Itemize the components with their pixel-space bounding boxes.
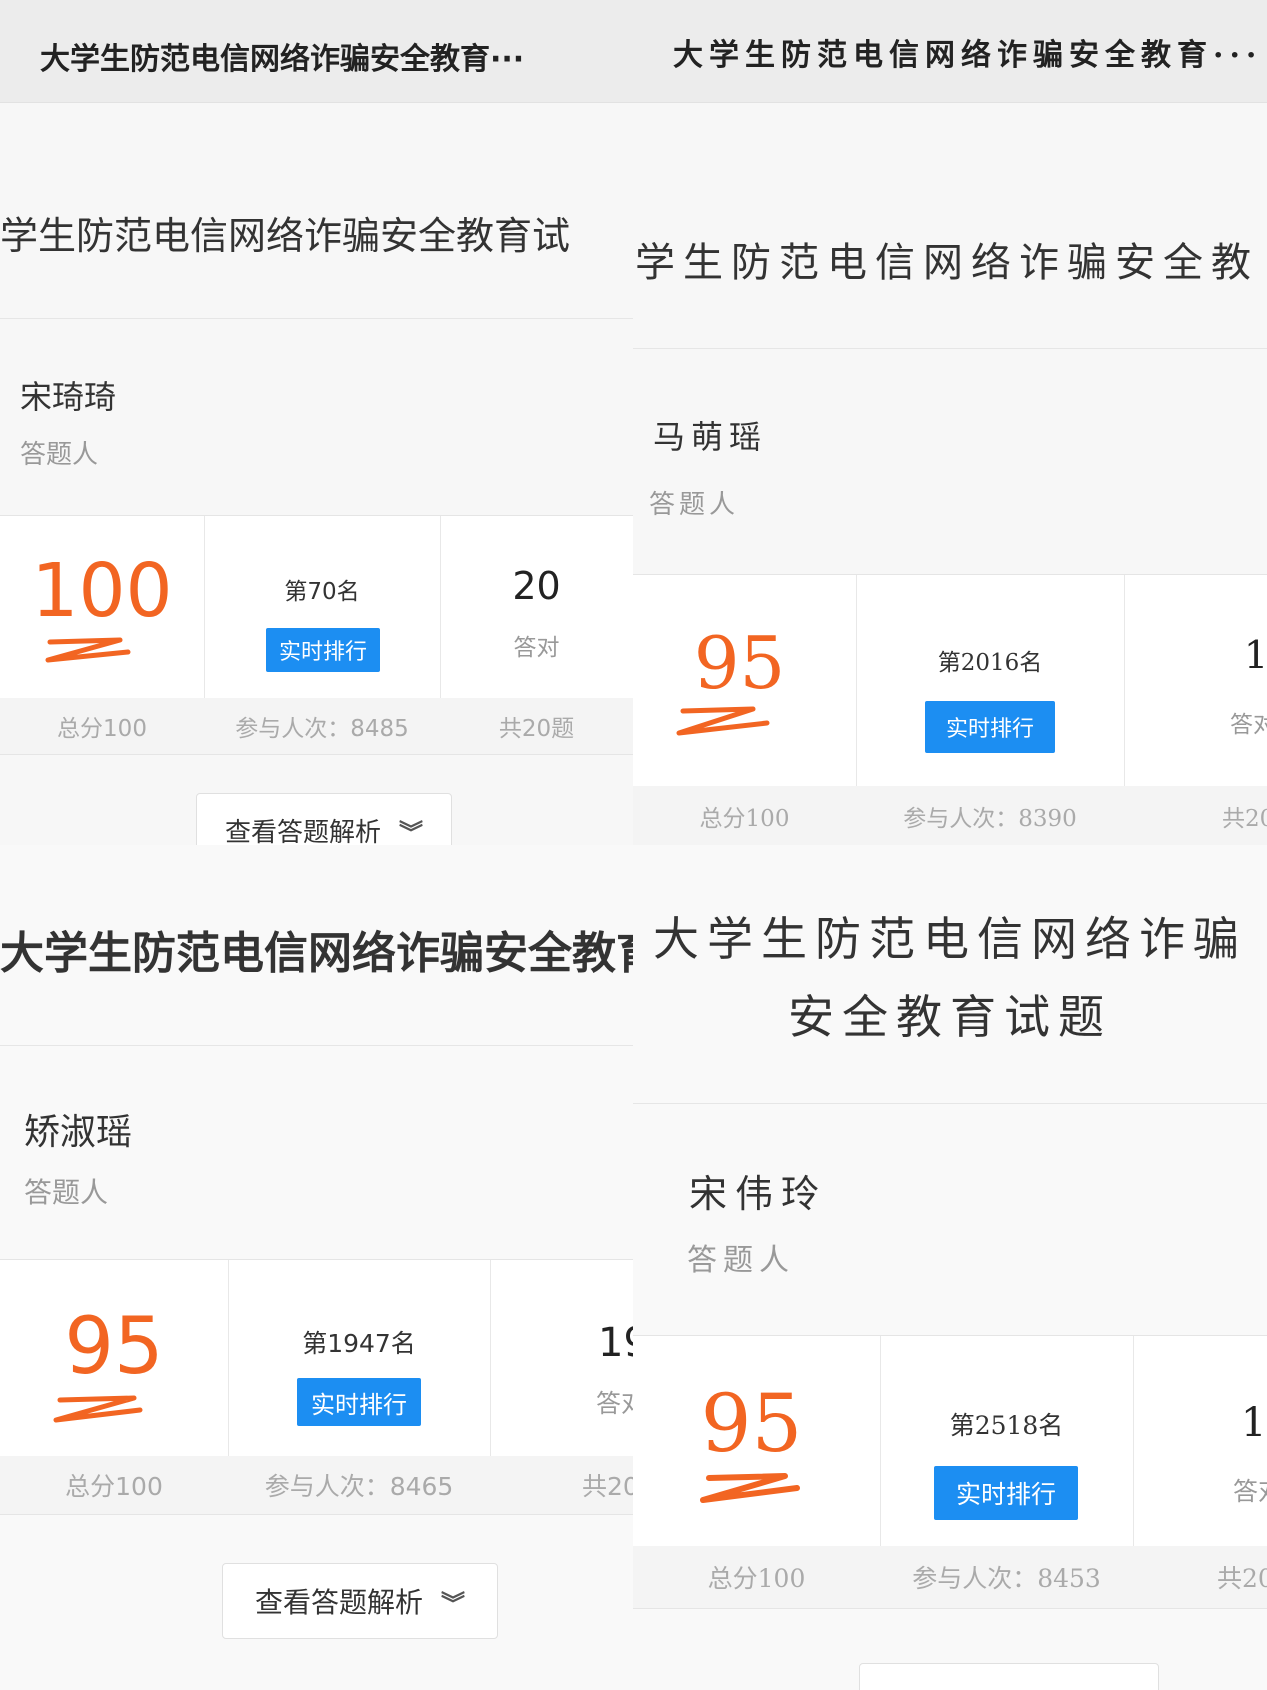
chevron-double-down-icon: ︾ bbox=[399, 818, 423, 846]
participants-footer: 参与人次：8465 bbox=[228, 1456, 490, 1514]
rank-text: 第2518名 bbox=[949, 1411, 1064, 1440]
total-questions-footer: 共20 bbox=[490, 1456, 633, 1514]
correct-count: 19 bbox=[1241, 1400, 1267, 1446]
rank-text: 第70名 bbox=[284, 579, 360, 605]
respondent-name: 宋琦琦 bbox=[20, 378, 117, 416]
rank-cell: 第2518名 实时排行 参与人次：8453 bbox=[880, 1336, 1134, 1608]
rank-cell: 第70名 实时排行 参与人次：8485 bbox=[204, 516, 441, 754]
respondent-name: 马萌瑶 bbox=[653, 418, 768, 456]
correct-cell: 20 答对 共20题 bbox=[440, 516, 633, 754]
review-button-label: 查看答题解析 bbox=[224, 817, 381, 846]
pen-stroke-icon bbox=[45, 637, 131, 663]
view-answer-analysis-button[interactable]: 查看答题解析 ︾ bbox=[222, 1563, 498, 1639]
total-questions-footer: 共20 bbox=[1133, 1546, 1267, 1608]
stats-row: 100 总分100 第70名 实时排行 参与人次：8485 20 答对 共20题 bbox=[0, 515, 633, 755]
pen-stroke-icon bbox=[53, 1395, 143, 1423]
score-footer: 总分100 bbox=[633, 1546, 880, 1608]
realtime-ranking-button[interactable]: 实时排行 bbox=[925, 701, 1055, 753]
pen-stroke-icon bbox=[676, 706, 770, 736]
score-cell: 95 总分100 bbox=[633, 575, 857, 845]
quiz-title: 大学生防范电信网络诈骗安全教育试题 bbox=[653, 912, 1247, 1044]
stats-row: 95 总分100 第2518名 实时排行 参与人次：8453 19 答对 共20 bbox=[633, 1335, 1267, 1609]
result-panel-1: 大学生防范电信网络诈骗安全教育··· 学生防范电信网络诈骗安全教育试 宋琦琦 答… bbox=[0, 0, 633, 845]
rank-cell: 第2016名 实时排行 参与人次：8390 bbox=[856, 575, 1125, 845]
divider bbox=[0, 1045, 633, 1046]
rank-cell: 第1947名 实时排行 参与人次：8465 bbox=[228, 1260, 491, 1514]
pen-stroke-icon bbox=[700, 1473, 800, 1503]
score-value: 95 bbox=[693, 621, 786, 705]
score-cell: 95 总分100 bbox=[633, 1336, 881, 1608]
score-cell: 100 总分100 bbox=[0, 516, 205, 754]
result-panel-3: 大学生防范电信网络诈骗安全教育 矫淑瑶 答题人 95 总分100 第1947名 … bbox=[0, 845, 633, 1690]
correct-label: 答对 bbox=[1230, 712, 1267, 738]
stats-row: 95 总分100 第1947名 实时排行 参与人次：8465 19 答对 共20 bbox=[0, 1259, 633, 1515]
score-footer: 总分100 bbox=[633, 786, 856, 845]
score-footer: 总分100 bbox=[0, 698, 204, 754]
score-cell: 95 总分100 bbox=[0, 1260, 229, 1514]
view-answer-analysis-button[interactable] bbox=[859, 1663, 1159, 1690]
correct-label: 答对 bbox=[513, 635, 560, 661]
respondent-role: 答题人 bbox=[24, 1176, 109, 1209]
result-panel-4: 大学生防范电信网络诈骗安全教育试题 宋伟玲 答题人 95 总分100 第2518… bbox=[633, 845, 1267, 1690]
realtime-ranking-button[interactable]: 实时排行 bbox=[266, 628, 380, 672]
app-header: 大学生防范电信网络诈骗安全教育··· bbox=[633, 0, 1267, 103]
correct-count: 19 bbox=[1244, 633, 1267, 677]
participants-footer: 参与人次：8485 bbox=[204, 698, 440, 754]
respondent-name: 宋伟玲 bbox=[689, 1172, 828, 1216]
correct-count: 19 bbox=[598, 1320, 633, 1366]
app-header-title: 大学生防范电信网络诈骗安全教育··· bbox=[673, 38, 1263, 73]
respondent-role: 答题人 bbox=[687, 1243, 795, 1278]
respondent-role: 答题人 bbox=[649, 490, 740, 520]
rank-text: 第1947名 bbox=[302, 1329, 416, 1358]
divider bbox=[0, 318, 633, 319]
respondent-role: 答题人 bbox=[20, 440, 99, 470]
score-value: 95 bbox=[64, 1302, 164, 1392]
score-footer: 总分100 bbox=[0, 1456, 228, 1514]
total-questions-footer: 共20 bbox=[1124, 786, 1267, 845]
chevron-double-down-icon: ︾ bbox=[441, 1589, 465, 1618]
app-header: 大学生防范电信网络诈骗安全教育··· bbox=[0, 0, 633, 103]
total-questions-footer: 共20题 bbox=[440, 698, 633, 754]
participants-footer: 参与人次：8390 bbox=[856, 786, 1124, 845]
respondent-name: 矫淑瑶 bbox=[24, 1112, 133, 1153]
result-panel-2: 大学生防范电信网络诈骗安全教育··· 学生防范电信网络诈骗安全教 马萌瑶 答题人… bbox=[633, 0, 1267, 845]
correct-count: 20 bbox=[512, 564, 561, 608]
divider bbox=[633, 348, 1267, 349]
review-button-label: 查看答题解析 bbox=[254, 1586, 423, 1619]
correct-cell: 19 答对 共20 bbox=[1133, 1336, 1267, 1608]
stats-row: 95 总分100 第2016名 实时排行 参与人次：8390 19 答对 共20 bbox=[633, 574, 1267, 845]
realtime-ranking-button[interactable]: 实时排行 bbox=[297, 1378, 421, 1426]
correct-cell: 19 答对 共20 bbox=[490, 1260, 633, 1514]
divider bbox=[633, 1103, 1267, 1104]
correct-label: 答对 bbox=[596, 1389, 633, 1418]
quiz-title: 大学生防范电信网络诈骗安全教育 bbox=[0, 928, 633, 979]
app-header-title: 大学生防范电信网络诈骗安全教育··· bbox=[40, 42, 525, 77]
correct-cell: 19 答对 共20 bbox=[1124, 575, 1267, 845]
rank-text: 第2016名 bbox=[937, 650, 1043, 676]
score-value: 95 bbox=[700, 1377, 803, 1470]
participants-footer: 参与人次：8453 bbox=[880, 1546, 1133, 1608]
score-value: 100 bbox=[31, 548, 173, 634]
view-answer-analysis-button[interactable]: 查看答题解析 ︾ bbox=[196, 793, 452, 845]
correct-label: 答对 bbox=[1233, 1477, 1267, 1506]
quiz-title: 学生防范电信网络诈骗安全教育试 bbox=[0, 214, 571, 258]
quiz-title: 学生防范电信网络诈骗安全教 bbox=[635, 240, 1259, 286]
realtime-ranking-button[interactable]: 实时排行 bbox=[934, 1466, 1078, 1520]
